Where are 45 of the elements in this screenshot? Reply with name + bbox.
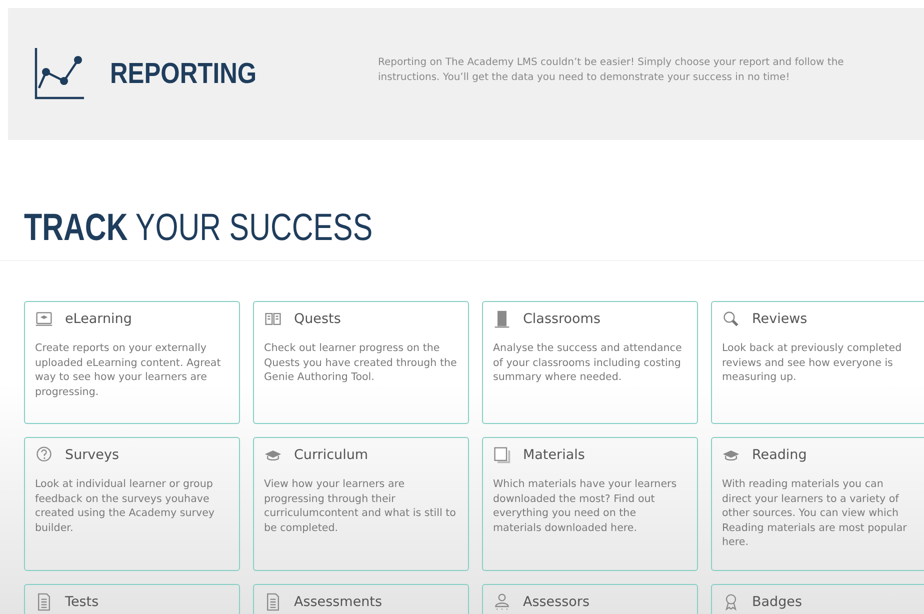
card-title: eLearning bbox=[65, 311, 132, 327]
report-card[interactable]: Tests bbox=[24, 584, 240, 614]
report-card[interactable]: Reviews Look back at previously completed reviews and see how everyone is measuring up. bbox=[711, 301, 924, 424]
report-card[interactable]: Badges bbox=[711, 584, 924, 614]
book-icon bbox=[264, 310, 282, 328]
card-title: Materials bbox=[523, 447, 585, 463]
card-title: Surveys bbox=[65, 447, 119, 463]
card-description: Create reports on your externally uploaded eLearning content. Agreat way to see how your learners are progressing. bbox=[35, 341, 222, 399]
line-chart-icon bbox=[34, 48, 84, 100]
report-card[interactable]: eLearning Create reports on your externally uploaded eLearning content. Agreat way to see how your learners are progressing. bbox=[24, 301, 240, 424]
door-icon bbox=[493, 310, 511, 328]
monitor-icon bbox=[35, 310, 53, 328]
card-description: With reading materials you can direct your learners to a variety of other sources. You can view which Reading materials are most popular here. bbox=[722, 477, 908, 550]
report-card[interactable]: Assessors bbox=[482, 584, 698, 614]
card-title: Reviews bbox=[752, 311, 808, 327]
card-title: Assessments bbox=[294, 594, 382, 610]
document-icon bbox=[35, 593, 53, 611]
card-description: Check out learner progress on the Quests you have created through the Genie Authoring Tool. bbox=[264, 341, 458, 384]
card-title: Tests bbox=[65, 594, 99, 610]
page-title: REPORTING bbox=[110, 58, 257, 90]
search-icon bbox=[722, 310, 740, 328]
section-heading: TRACK YOUR SUCCESS bbox=[24, 206, 374, 250]
card-title: Assessors bbox=[523, 594, 590, 610]
card-description: Look back at previously completed reviews and see how everyone is measuring up. bbox=[722, 341, 903, 384]
card-title: Quests bbox=[294, 311, 341, 327]
question-icon bbox=[35, 446, 53, 464]
report-card[interactable]: Assessments bbox=[253, 584, 469, 614]
person-icon bbox=[493, 593, 511, 611]
card-title: Reading bbox=[752, 447, 807, 463]
card-title: Classrooms bbox=[523, 311, 600, 327]
card-description: Analyse the success and attendance of your classrooms including costing summary where needed. bbox=[493, 341, 683, 384]
card-title: Curriculum bbox=[294, 447, 368, 463]
report-card[interactable]: Materials Which materials have your learners downloaded the most? Find out everything you need on the materials downloaded here. bbox=[482, 437, 698, 571]
document-icon bbox=[264, 593, 282, 611]
report-card[interactable]: Surveys Look at individual learner or group feedback on the surveys youhave created using the Academy survey builder. bbox=[24, 437, 240, 571]
report-card[interactable]: Reading With reading materials you can direct your learners to a variety of other sources. You can view which Reading materials are most popular here. bbox=[711, 437, 924, 571]
card-description: Look at individual learner or group feedback on the surveys youhave created using the Academy survey builder. bbox=[35, 477, 216, 535]
report-card[interactable]: Classrooms Analyse the success and attendance of your classrooms including costing summary where needed. bbox=[482, 301, 698, 424]
header-description: Reporting on The Academy LMS couldn’t be easier! Simply choose your report and follow the instructions. You’ll get the data you need to demonstrate your success in no time! bbox=[378, 56, 845, 85]
card-title: Badges bbox=[752, 594, 802, 610]
card-description: Which materials have your learners downloaded the most? Find out everything you need on the materials downloaded here. bbox=[493, 477, 678, 535]
report-card[interactable]: Quests Check out learner progress on the Quests you have created through the Genie Authoring Tool. bbox=[253, 301, 469, 424]
card-description: View how your learners are progressing through their curriculumcontent and what is still to be completed. bbox=[264, 477, 457, 535]
page-icon bbox=[493, 446, 511, 464]
report-card[interactable]: Curriculum View how your learners are progressing through their curriculumcontent and what is still to be completed. bbox=[253, 437, 469, 571]
